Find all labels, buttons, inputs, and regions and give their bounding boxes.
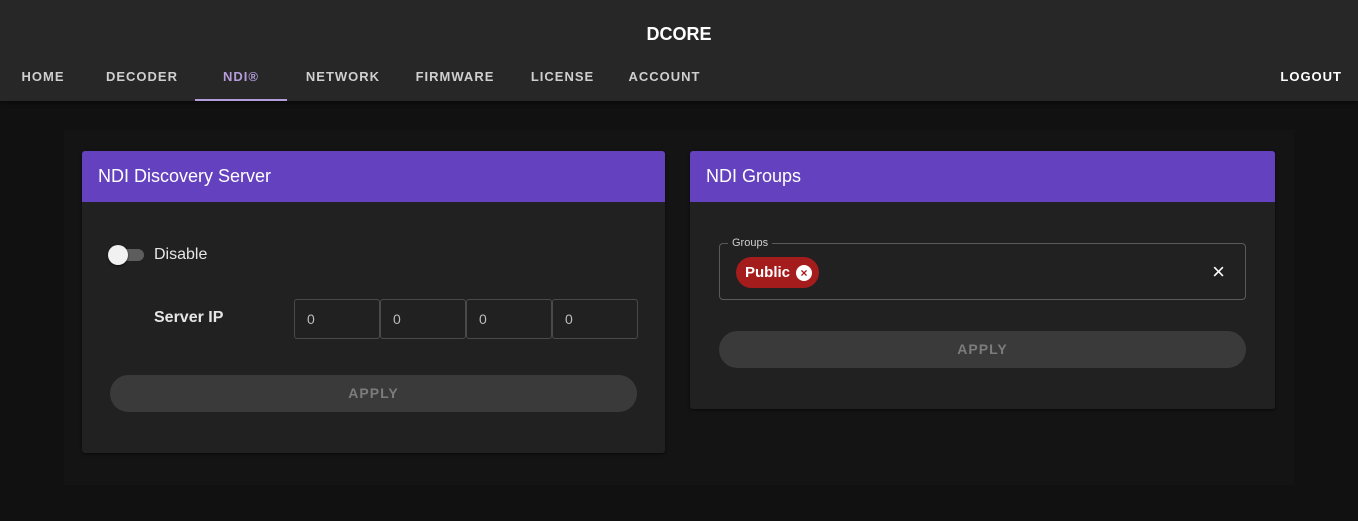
ip-octet-3-input[interactable]	[466, 299, 552, 339]
discovery-toggle[interactable]: Disable	[108, 245, 208, 265]
discovery-server-card: NDI Discovery Server Disable Server IP A…	[82, 151, 665, 453]
tab-ndi[interactable]: NDI®	[195, 60, 287, 101]
app-title: DCORE	[646, 24, 712, 44]
discovery-apply-button[interactable]: APPLY	[110, 375, 637, 412]
groups-field-label: Groups	[728, 236, 773, 250]
clear-icon[interactable]: ×	[1212, 260, 1225, 284]
logout-button[interactable]: LOGOUT	[1280, 60, 1342, 93]
top-app-bar: DCORE HOME DECODER NDI® NETWORK FIRMWARE…	[0, 0, 1358, 101]
card-title: NDI Groups	[690, 151, 1275, 202]
groups-input[interactable]: Groups Public × ×	[719, 236, 1246, 300]
ndi-groups-card: NDI Groups Groups Public × × APPLY	[690, 151, 1275, 409]
tab-license[interactable]: LICENSE	[515, 60, 610, 101]
card-title: NDI Discovery Server	[82, 151, 665, 202]
ip-octet-1-input[interactable]	[294, 299, 380, 339]
tab-network[interactable]: NETWORK	[293, 60, 393, 101]
tab-decoder[interactable]: DECODER	[92, 60, 192, 101]
ip-octet-4-input[interactable]	[552, 299, 638, 339]
server-ip-label: Server IP	[154, 309, 224, 326]
tab-home[interactable]: HOME	[10, 60, 76, 101]
toggle-thumb	[108, 245, 128, 265]
toggle-label: Disable	[154, 246, 208, 263]
tab-account[interactable]: ACCOUNT	[612, 60, 717, 101]
ip-octet-2-input[interactable]	[380, 299, 466, 339]
chip-remove-icon[interactable]: ×	[796, 264, 813, 281]
chip-label: Public	[745, 264, 791, 281]
groups-apply-button[interactable]: APPLY	[719, 331, 1246, 368]
nav-tabs: HOME DECODER NDI® NETWORK FIRMWARE LICEN…	[0, 60, 1358, 101]
toggle-switch[interactable]	[108, 245, 144, 265]
group-chip[interactable]: Public ×	[736, 257, 820, 288]
tab-firmware[interactable]: FIRMWARE	[400, 60, 510, 101]
